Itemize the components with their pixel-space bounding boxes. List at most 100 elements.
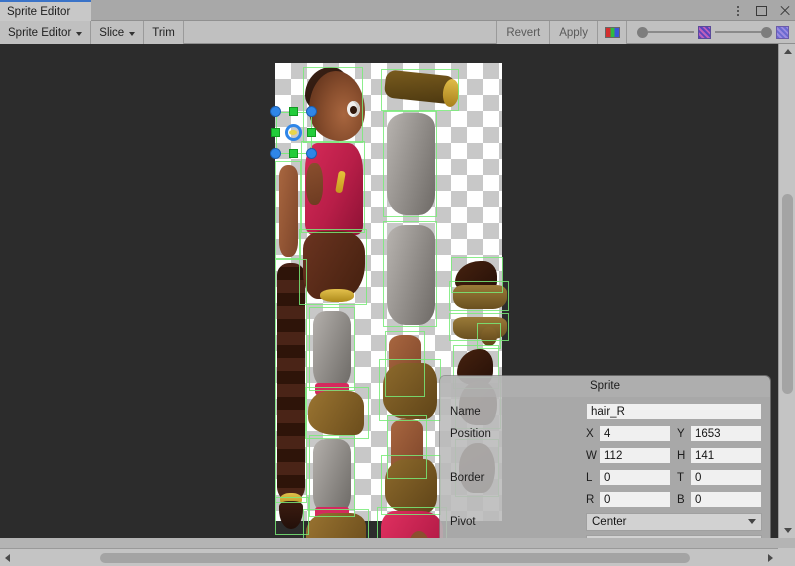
apply-button[interactable]: Apply xyxy=(549,21,597,44)
pivot-label: Pivot xyxy=(450,516,586,528)
revert-button[interactable]: Revert xyxy=(496,21,549,44)
sprite-art-boot-3 xyxy=(383,363,437,419)
pivot-unit-mode-value: Normalized xyxy=(592,538,650,539)
rgb-channels-button[interactable] xyxy=(597,21,627,44)
border-b-input[interactable]: 0 xyxy=(690,491,762,508)
resize-handle-bottom-right[interactable] xyxy=(306,148,317,159)
scroll-down-arrow-icon[interactable] xyxy=(784,528,792,533)
sprite-art-thigh-cuff xyxy=(320,289,354,302)
pivot-unit-mode-dropdown[interactable]: Normalized xyxy=(586,535,762,539)
chevron-down-icon xyxy=(129,32,135,36)
sprite-art-boot-4 xyxy=(385,459,437,513)
border-l-prefix: L xyxy=(586,472,596,484)
border-label: Border xyxy=(450,472,586,484)
pivot-unit-mode-label: Pivot Unit Mode xyxy=(450,538,586,539)
toolbar-spacer xyxy=(184,21,497,43)
alpha-slider-track[interactable] xyxy=(648,31,694,33)
sprite-art-pupil xyxy=(350,106,357,114)
sprite-art-grey-limb-2 xyxy=(387,225,435,325)
kebab-menu-icon[interactable] xyxy=(731,4,745,18)
pivot-dropdown[interactable]: Center xyxy=(586,513,762,531)
position-label: Position xyxy=(450,428,586,440)
chevron-down-icon xyxy=(76,32,82,36)
sprite-art-shin-2 xyxy=(313,439,351,513)
sprite-art-boot-1 xyxy=(308,391,364,435)
size-w-input[interactable]: 112 xyxy=(599,447,671,464)
name-row: Name hair_R xyxy=(450,401,762,422)
apply-label: Apply xyxy=(559,27,588,39)
zoom-slider-handle[interactable] xyxy=(761,27,772,38)
size-h-input[interactable]: 141 xyxy=(690,447,762,464)
border-t-input[interactable]: 0 xyxy=(690,469,762,486)
border-l-input[interactable]: 0 xyxy=(599,469,671,486)
position-row: Position X 4 Y 1653 xyxy=(450,423,762,444)
sprite-editor-menu-label: Sprite Editor xyxy=(8,27,71,39)
title-bar: Sprite Editor xyxy=(0,0,795,21)
sprite-art-pellet xyxy=(481,327,497,346)
tab-label: Sprite Editor xyxy=(7,6,70,18)
scroll-left-arrow-icon[interactable] xyxy=(5,554,10,562)
alpha-slider-handle[interactable] xyxy=(637,27,648,38)
resize-handle-top-right[interactable] xyxy=(306,106,317,117)
checker-texture-icon xyxy=(776,26,789,39)
pivot-dot-icon xyxy=(289,130,297,135)
resize-handle-right[interactable] xyxy=(307,128,316,137)
border-r-prefix: R xyxy=(586,494,596,506)
chevron-down-icon xyxy=(748,519,756,524)
pivot-row: Pivot Center xyxy=(450,511,762,532)
size-row: W 112 H 141 xyxy=(450,445,762,466)
resize-handle-bottom[interactable] xyxy=(289,149,298,158)
resize-handle-bottom-left[interactable] xyxy=(270,148,281,159)
panel-body: Name hair_R Position X 4 Y 1653 xyxy=(440,397,770,538)
slice-menu-label: Slice xyxy=(99,27,124,39)
position-x-input[interactable]: 4 xyxy=(599,425,671,442)
sprite-editor-window: Sprite Editor Sprite Editor Slice Trim xyxy=(0,0,795,566)
sprite-art-braid-tip xyxy=(279,501,303,529)
toolbar: Sprite Editor Slice Trim Revert Apply xyxy=(0,21,795,44)
horizontal-scrollbar-thumb[interactable] xyxy=(100,553,690,563)
zoom-slider-track[interactable] xyxy=(715,31,761,33)
border-row: Border L 0 T 0 xyxy=(450,467,762,488)
close-icon[interactable] xyxy=(777,4,791,18)
sprite-art-belt-2 xyxy=(453,317,507,339)
pivot-value: Center xyxy=(592,516,627,528)
checker-texture-icon xyxy=(698,26,711,39)
maximize-icon[interactable] xyxy=(754,4,768,18)
name-input[interactable]: hair_R xyxy=(586,403,762,420)
trim-label: Trim xyxy=(152,27,175,39)
slice-menu-button[interactable]: Slice xyxy=(91,21,144,44)
border-row-2: R 0 B 0 xyxy=(450,489,762,510)
sprite-art-boot-2 xyxy=(306,513,366,538)
border-r-input[interactable]: 0 xyxy=(599,491,671,508)
sprite-canvas[interactable]: Sprite Name hair_R Position X 4 xyxy=(0,44,778,538)
vertical-scrollbar-thumb[interactable] xyxy=(782,194,793,394)
window-controls xyxy=(731,0,791,21)
name-label: Name xyxy=(450,406,586,418)
scroll-right-arrow-icon[interactable] xyxy=(768,554,773,562)
panel-title: Sprite xyxy=(440,376,770,397)
size-h-prefix: H xyxy=(677,450,687,462)
tab-sprite-editor[interactable]: Sprite Editor xyxy=(0,0,91,21)
resize-handle-left[interactable] xyxy=(271,128,280,137)
trim-button[interactable]: Trim xyxy=(144,21,184,44)
sprite-art-braid xyxy=(277,263,305,501)
sprite-art-arm-left xyxy=(279,165,298,257)
border-b-prefix: B xyxy=(677,494,687,506)
resize-handle-top[interactable] xyxy=(289,107,298,116)
sprite-inspector-panel: Sprite Name hair_R Position X 4 xyxy=(440,376,770,538)
revert-label: Revert xyxy=(506,27,540,39)
tab-bar-background xyxy=(91,0,795,21)
pivot-unit-mode-row: Pivot Unit Mode Normalized xyxy=(450,533,762,538)
vertical-scrollbar[interactable] xyxy=(778,44,795,538)
sprite-art-torso-arm xyxy=(306,163,323,205)
resize-handle-top-left[interactable] xyxy=(270,106,281,117)
alpha-slider[interactable] xyxy=(627,21,795,43)
sprite-editor-menu-button[interactable]: Sprite Editor xyxy=(0,21,91,44)
position-y-prefix: Y xyxy=(677,428,687,440)
horizontal-scrollbar[interactable] xyxy=(0,548,795,566)
sprite-art-grey-limb-1 xyxy=(387,113,435,215)
scrollbar-corner xyxy=(778,548,795,566)
scroll-up-arrow-icon[interactable] xyxy=(784,49,792,54)
position-y-input[interactable]: 1653 xyxy=(690,425,762,442)
size-w-prefix: W xyxy=(586,450,596,462)
